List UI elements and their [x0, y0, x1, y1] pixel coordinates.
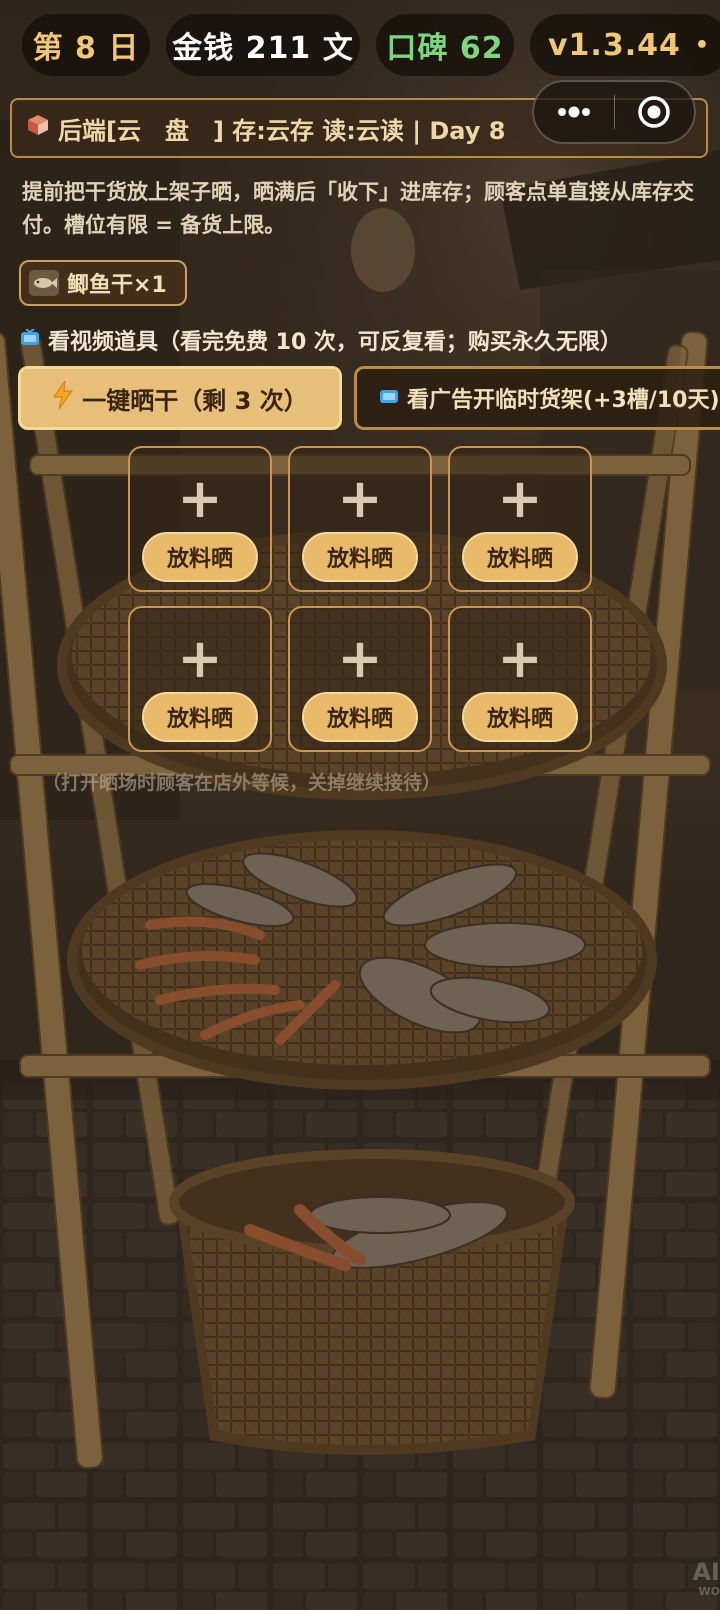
drying-instructions: 提前把干货放上架子晒，晒满后「收下」进库存；顾客点单直接从库存交付。槽位有限 =… — [22, 180, 694, 237]
add-slot-icon: + — [177, 627, 223, 690]
version-badge: v1.3.44 • — [530, 14, 720, 76]
place-to-dry-button[interactable]: 放料晒 — [462, 532, 578, 582]
place-to-dry-button[interactable]: 放料晒 — [142, 692, 258, 742]
day-text: 第 8 日 — [32, 31, 140, 66]
customer-wait-note: （打开晒场时顾客在店外等候，关掉继续接待） — [42, 772, 442, 794]
fish-icon — [29, 270, 59, 296]
quick-dry-button[interactable]: 一键晒干（剩 3 次） — [18, 366, 342, 430]
inventory-chip[interactable]: 鲫鱼干×1 — [19, 260, 187, 306]
watermark-main: AI — [692, 1558, 720, 1586]
drying-slot[interactable]: + 放料晒 — [128, 606, 272, 752]
inventory-chip-label: 鲫鱼干×1 — [67, 273, 167, 298]
add-slot-icon: + — [497, 627, 543, 690]
watermark: AI WO — [692, 1558, 720, 1602]
drying-slot[interactable]: + 放料晒 — [288, 606, 432, 752]
tv-icon — [379, 386, 399, 411]
place-to-dry-button[interactable]: 放料晒 — [142, 532, 258, 582]
more-dots-icon[interactable] — [534, 82, 614, 142]
add-slot-icon: + — [337, 627, 383, 690]
add-slot-icon: + — [497, 467, 543, 530]
place-to-dry-button[interactable]: 放料晒 — [302, 692, 418, 742]
tv-icon — [20, 327, 40, 353]
add-slot-icon: + — [337, 467, 383, 530]
reputation-text: 口碑 62 — [386, 31, 504, 66]
target-circle-icon[interactable] — [615, 82, 695, 142]
backend-info-text: 后端[云 盘͏ ] 存:云存 读:云读 | Day 8 — [58, 116, 506, 145]
place-to-dry-button[interactable]: 放料晒 — [302, 532, 418, 582]
day-counter: 第 8 日 — [22, 14, 150, 76]
status-bar: 第 8 日 金钱 211 文 口碑 62 v1.3.44 • — [0, 14, 720, 76]
ad-shelf-label: 看广告开临时货架(+3槽/10天) — [407, 388, 720, 413]
package-icon — [26, 113, 50, 143]
video-tools-heading: 看视频道具（看完免费 10 次，可反复看；购买永久无限） — [20, 324, 622, 356]
version-dot: • — [694, 32, 710, 58]
money-counter: 金钱 211 文 — [166, 14, 360, 76]
money-text: 金钱 211 文 — [172, 31, 354, 66]
drying-slot[interactable]: + 放料晒 — [448, 606, 592, 752]
quick-dry-label: 一键晒干（剩 3 次） — [82, 386, 308, 415]
place-to-dry-button[interactable]: 放料晒 — [462, 692, 578, 742]
lightning-icon — [52, 380, 74, 416]
add-slot-icon: + — [177, 467, 223, 530]
ad-shelf-button[interactable]: 看广告开临时货架(+3槽/10天) — [354, 366, 720, 430]
reputation-counter: 口碑 62 — [376, 14, 514, 76]
drying-slot[interactable]: + 放料晒 — [128, 446, 272, 592]
mini-program-capsule — [532, 80, 696, 144]
video-tools-title: 看视频道具（看完免费 10 次，可反复看；购买永久无限） — [48, 330, 622, 355]
drying-slot[interactable]: + 放料晒 — [448, 446, 592, 592]
version-text: v1.3.44 — [548, 27, 681, 63]
drying-slot[interactable]: + 放料晒 — [288, 446, 432, 592]
